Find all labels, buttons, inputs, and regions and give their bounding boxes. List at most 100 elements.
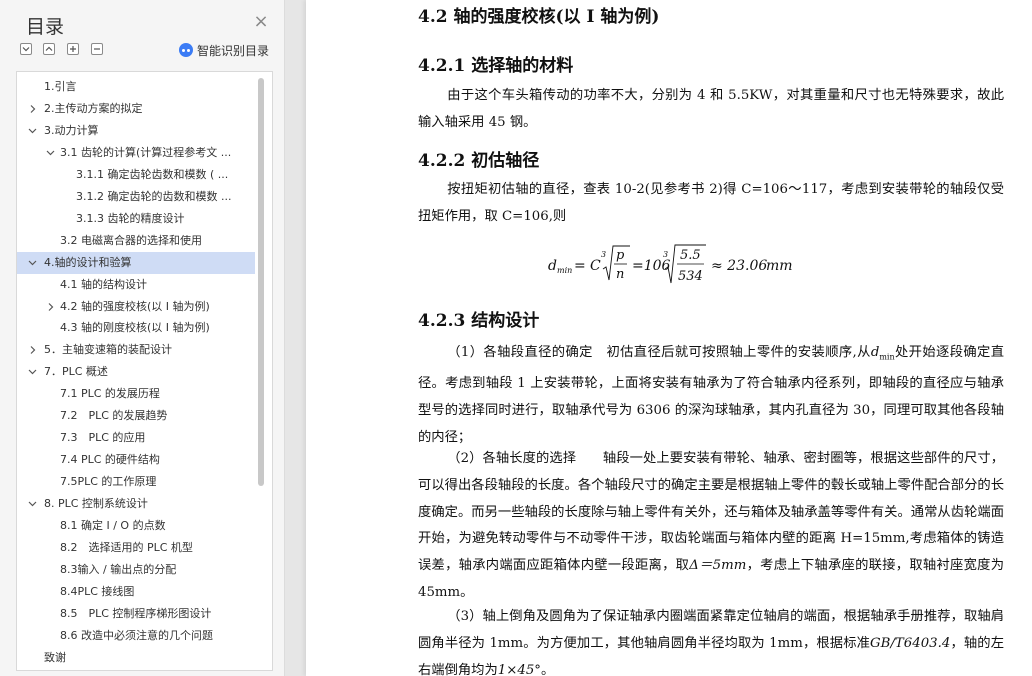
toc-item-label: 4.1 轴的结构设计 (60, 277, 147, 291)
toc-item[interactable]: 4.1 轴的结构设计 (17, 274, 255, 296)
toc-item-label: 致谢 (44, 650, 66, 664)
paragraph-step-1: （1）各轴段直径的确定 初估直径后就可按照轴上零件的安装顺序,从dmin处开始逐… (418, 340, 1004, 452)
toc-item[interactable]: 3.1 齿轮的计算(计算过程参考文 ... (17, 142, 255, 164)
toc-item-label: 7.5PLC 的工作原理 (60, 475, 157, 489)
toc-item[interactable]: 8.6 改造中必须注意的几个问题 (17, 625, 255, 647)
toc-item[interactable]: 4.2 轴的强度校核(以 I 轴为例) (17, 296, 255, 318)
toc-item-label: 8.5 PLC 控制程序梯形图设计 (60, 606, 212, 620)
step3-text-d: 。 (540, 662, 555, 676)
toc-item-label: 4.轴的设计和验算 (44, 255, 132, 269)
formula-lhs: d (548, 258, 557, 274)
toc-item[interactable]: 8.4PLC 接线图 (17, 581, 255, 603)
smart-toc-label: 智能识别目录 (197, 43, 270, 58)
toc-item-label: 3.1.3 齿轮的精度设计 (76, 211, 185, 225)
toc-item[interactable]: 3.1.1 确定齿轮齿数和模数 ( ... (17, 164, 255, 186)
heading-4-2: 4.2 轴的强度校核(以 I 轴为例) (418, 7, 660, 27)
remove-heading-icon[interactable] (91, 43, 103, 55)
expand-all-icon[interactable] (43, 43, 55, 55)
toc-item[interactable]: 7.3 PLC 的应用 (17, 427, 255, 449)
toc-item[interactable]: 致谢 (17, 647, 255, 669)
formula-approx: ≈ 23.06 (711, 258, 767, 274)
toc-item[interactable]: 7.1 PLC 的发展历程 (17, 383, 255, 405)
formula-num2: 5.5 (680, 248, 701, 263)
add-heading-icon[interactable] (67, 43, 79, 55)
robot-icon (179, 43, 193, 57)
toc-item-label: 8.2 选择适用的 PLC 机型 (60, 540, 193, 554)
toc-item-label: 3.2 电磁离合器的选择和使用 (60, 233, 202, 247)
formula-num1: p (616, 248, 625, 263)
formula-den1: n (616, 267, 624, 282)
toc-item-label: 5．主轴变速箱的装配设计 (44, 343, 172, 357)
chevron-right-icon[interactable] (26, 339, 38, 361)
toc-item[interactable]: 8.5 PLC 控制程序梯形图设计 (17, 603, 255, 625)
toc-item[interactable]: 4.轴的设计和验算 (17, 251, 255, 274)
toc-item-label: 8.6 改造中必须注意的几个问题 (60, 628, 213, 642)
toc-item[interactable]: 8.1 确定 I / O 的点数 (17, 515, 255, 537)
chevron-down-icon[interactable] (44, 142, 56, 164)
smart-toc-button[interactable]: 智能识别目录 (179, 42, 269, 58)
toc-item-label: 3.1.1 确定齿轮齿数和模数 ( ... (76, 167, 229, 181)
toc-item[interactable]: 3.1.2 确定齿轮的齿数和模数 ... (17, 186, 255, 208)
toc-item[interactable]: 7.2 PLC 的发展趋势 (17, 405, 255, 427)
formula-eq1: = (574, 258, 586, 274)
chevron-right-icon[interactable] (44, 296, 56, 318)
toc-item-label: 7.4 PLC 的硬件结构 (60, 453, 160, 467)
toc-item[interactable]: 5．主轴变速箱的装配设计 (17, 339, 255, 361)
toc-item[interactable]: 3.1.3 齿轮的精度设计 (17, 208, 255, 230)
toc-item-label: 8.4PLC 接线图 (60, 584, 135, 598)
toc-item[interactable]: 4.3 轴的刚度校核(以 I 轴为例) (17, 317, 255, 339)
step1-text-a: （1）各轴段直径的确定 初估直径后就可按照轴上零件的安装顺序,从 (447, 345, 871, 360)
document-page: 4.2 轴的强度校核(以 I 轴为例) 4.2.1 选择轴的材料 由于这个车头箱… (306, 0, 1032, 676)
formula-c: C (590, 258, 601, 274)
toc-item-label: 3.1 齿轮的计算(计算过程参考文 ... (60, 145, 232, 159)
collapse-all-icon[interactable] (20, 43, 32, 55)
toc-item-label: 4.2 轴的强度校核(以 I 轴为例) (60, 299, 210, 313)
step1-dmin-sub: min (879, 352, 895, 362)
toc-panel: 目录 × 智能识别目录 1.引言 2.主传动方案的拟定 3.动力计算 3.1 齿轮的计… (0, 0, 285, 676)
toc-item-label: 8.3输入 / 输出点的分配 (60, 562, 177, 576)
toc-item-label: 8.1 确定 I / O 的点数 (60, 519, 166, 532)
chevron-down-icon[interactable] (26, 493, 38, 515)
paragraph-material: 由于这个车头箱传动的功率不大，分别为 4 和 5.5KW，对其重量和尺寸也无特殊… (418, 88, 1004, 130)
toc-item-label: 2.主传动方案的拟定 (44, 101, 143, 115)
step3-standard: GB/T6403.4 (870, 635, 951, 651)
toc-scrollbar[interactable] (258, 78, 264, 486)
toc-item[interactable]: 7.5PLC 的工作原理 (17, 471, 255, 493)
toc-item[interactable]: 8.2 选择适用的 PLC 机型 (17, 537, 255, 559)
paragraph-step-3: （3）轴上倒角及圆角为了保证轴承内圈端面紧靠定位轴肩的端面，根据轴承手册推荐，取… (418, 604, 1004, 676)
formula-unit: mm (766, 258, 793, 274)
step3-chamfer: 1×45° (497, 662, 541, 676)
toc-item-label: 7.3 PLC 的应用 (60, 431, 146, 445)
toc-item-label: 7.2 PLC 的发展趋势 (60, 409, 168, 423)
formula-eq2: =106 (632, 258, 671, 274)
chevron-down-icon[interactable] (26, 252, 38, 274)
heading-4-2-3: 4.2.3 结构设计 (418, 311, 540, 331)
step2-delta: Δ＝5mm (689, 558, 747, 574)
toc-item[interactable]: 7．PLC 概述 (17, 361, 255, 383)
toc-item-label: 4.3 轴的刚度校核(以 I 轴为例) (60, 321, 210, 335)
toc-item-label: 7.1 PLC 的发展历程 (60, 387, 160, 401)
step1-text-b: 处开始逐段确定直径。考虑到轴段 1 上安装带轮，上面将安装有轴承为了符合轴承内径… (418, 345, 1005, 446)
formula-lhs-sub: min (557, 266, 572, 275)
close-icon[interactable]: × (253, 13, 269, 31)
min-diameter-formula: d min = C 3 p n =106 3 5.5 534 ≈ 23.06 m… (548, 240, 808, 296)
toc-item[interactable]: 7.4 PLC 的硬件结构 (17, 449, 255, 471)
toc-item-label: 3.1.2 确定齿轮的齿数和模数 ... (76, 189, 232, 203)
paragraph-step-2: （2）各轴长度的选择 轴段一处上要安装有带轮、轴承、密封圈等，根据这些部件的尺寸… (418, 446, 1004, 607)
step2-text-a: （2）各轴长度的选择 轴段一处上要安装有带轮、轴承、密封圈等，根据这些部件的尺寸… (418, 451, 1004, 574)
toc-item[interactable]: 8. PLC 控制系统设计 (17, 493, 255, 515)
formula-graphic: d min = C 3 p n =106 3 5.5 534 ≈ 23.06 m… (548, 244, 793, 284)
toc-item-label: 1.引言 (44, 80, 77, 93)
toc-title: 目录 (26, 16, 65, 38)
formula-root-index-2: 3 (663, 250, 668, 259)
chevron-down-icon[interactable] (26, 361, 38, 383)
toc-item-label: 8. PLC 控制系统设计 (44, 497, 148, 511)
formula-root-index-1: 3 (601, 250, 606, 259)
toc-item[interactable]: 3.2 电磁离合器的选择和使用 (17, 230, 255, 252)
toc-item[interactable]: 3.动力计算 (17, 120, 255, 142)
chevron-down-icon[interactable] (26, 120, 38, 142)
toc-item[interactable]: 8.3输入 / 输出点的分配 (17, 559, 255, 581)
toc-item[interactable]: 1.引言 (17, 76, 255, 98)
chevron-right-icon[interactable] (26, 98, 38, 120)
toc-item[interactable]: 2.主传动方案的拟定 (17, 98, 255, 120)
